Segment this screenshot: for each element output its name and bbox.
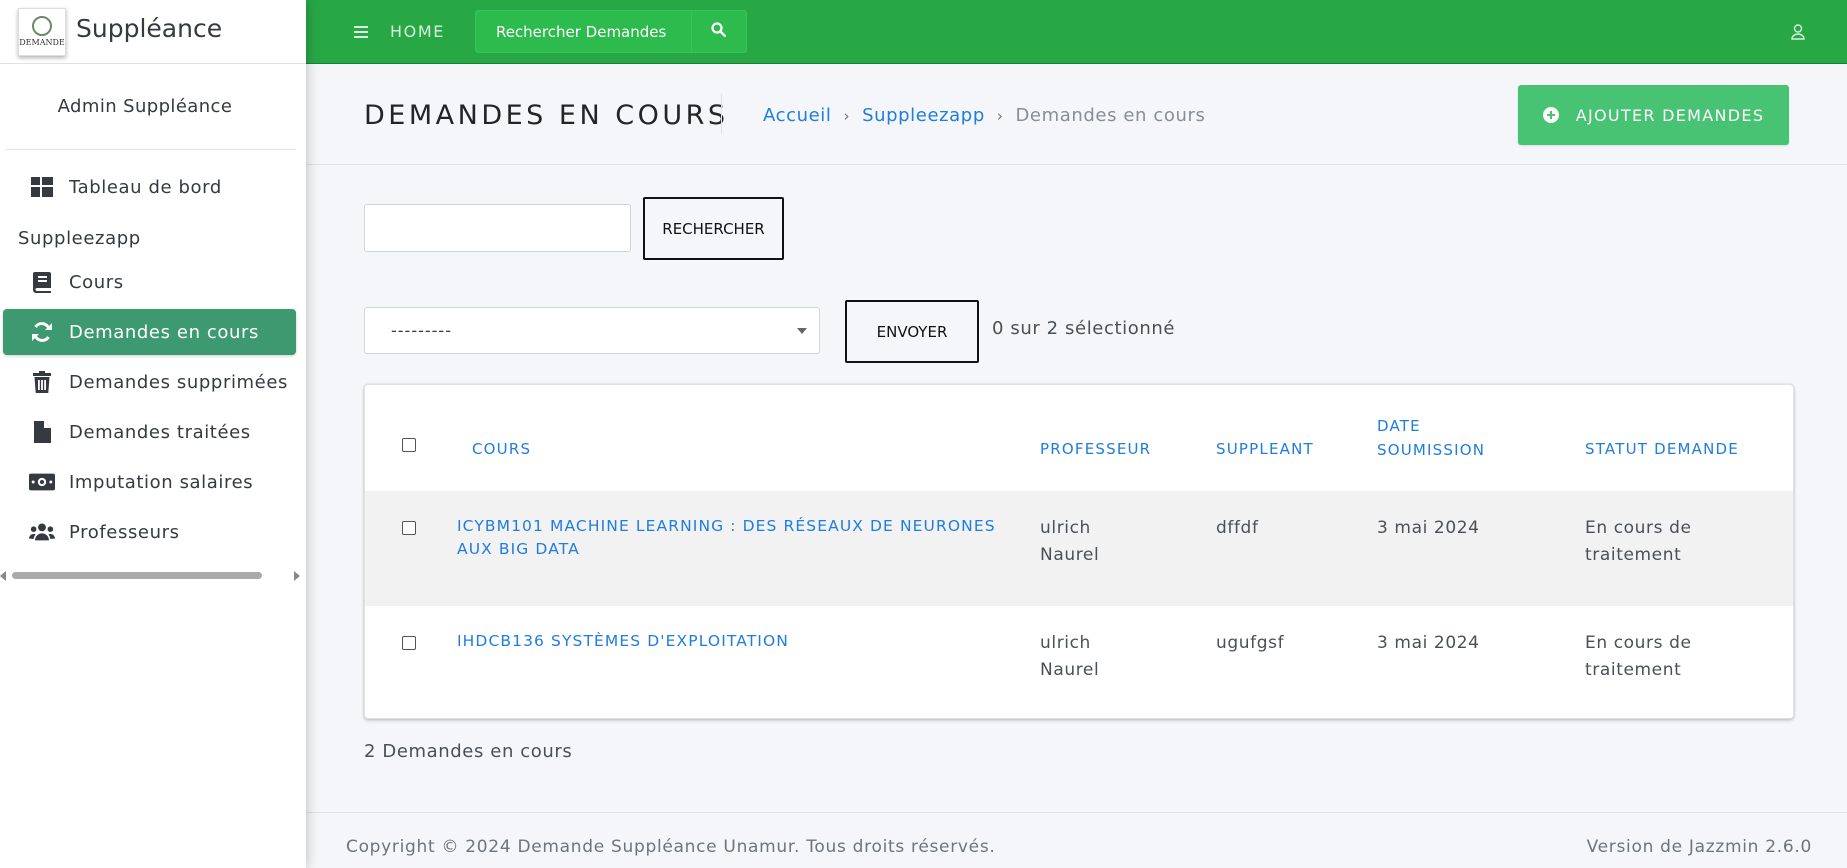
professeur-last: Naurel [1040, 660, 1100, 680]
search-input[interactable] [364, 204, 631, 252]
rechercher-button[interactable]: RECHERCHER [643, 197, 784, 260]
users-icon [29, 522, 55, 542]
breadcrumb-suppleezapp[interactable]: Suppleezapp [862, 105, 985, 126]
sidebar-item-label: Demandes supprimées [69, 371, 289, 393]
column-header-cours[interactable]: COURS [472, 437, 531, 461]
title-divider [721, 94, 722, 134]
breadcrumb-accueil[interactable]: Accueil [763, 105, 831, 126]
dashboard-icon [29, 177, 55, 197]
brand-name: Suppléance [76, 14, 223, 43]
navbar-search [474, 10, 747, 53]
action-select[interactable]: --------- [364, 307, 820, 354]
select-all-checkbox[interactable] [402, 438, 416, 452]
sidebar-item-demandes-traitees[interactable]: Demandes traitées [3, 409, 296, 455]
sidebar-item-label: Professeurs [69, 521, 180, 543]
professeur-last: Naurel [1040, 545, 1100, 565]
footer-copyright: Copyright © 2024 Demande Suppléance Unam… [346, 837, 996, 857]
scroll-right-icon[interactable] [294, 571, 300, 581]
sidebar-section-header: Suppleezapp [18, 228, 141, 249]
sidebar-item-professeurs[interactable]: Professeurs [3, 509, 296, 555]
statut-line1: En cours de [1585, 518, 1692, 538]
sidebar-scrollbar[interactable] [0, 570, 300, 582]
footer-version: Version de Jazzmin 2.6.0 [1586, 837, 1812, 857]
add-demande-label: AJOUTER DEMANDES [1575, 105, 1765, 125]
column-header-suppleant[interactable]: SUPPLEANT [1216, 437, 1314, 461]
breadcrumb-separator: › [996, 106, 1004, 125]
home-link[interactable]: HOME [390, 22, 445, 41]
breadcrumb-current: Demandes en cours [1015, 105, 1206, 126]
date-cell: 3 mai 2024 [1377, 518, 1480, 538]
suppleant-cell: dffdf [1216, 518, 1259, 538]
sidebar-item-label: Demandes traitées [69, 421, 251, 443]
navbar-search-button[interactable] [690, 10, 747, 53]
scroll-left-icon[interactable] [0, 571, 6, 581]
cours-link-line1: ICYBM101 MACHINE LEARNING : DES RÉSEAUX … [457, 517, 996, 535]
date-cell: 3 mai 2024 [1377, 633, 1480, 653]
search-icon [711, 21, 727, 42]
user-icon[interactable] [1791, 24, 1805, 45]
breadcrumb: Accueil › Suppleezapp › Demandes en cour… [763, 105, 1205, 126]
action-select-value: --------- [391, 321, 452, 340]
navbar-search-input[interactable] [474, 10, 691, 53]
suppleant-cell: ugufgsf [1216, 633, 1285, 653]
sync-icon [29, 321, 55, 343]
user-name[interactable]: Admin Suppléance [6, 64, 296, 150]
add-demande-button[interactable]: AJOUTER DEMANDES [1518, 85, 1789, 145]
sidebar-item-cours[interactable]: Cours [3, 259, 296, 305]
statut-cell: En cours de traitement [1585, 515, 1692, 569]
sidebar-item-demandes-supprimees[interactable]: Demandes supprimées [3, 359, 296, 405]
sidebar-item-label: Demandes en cours [69, 321, 260, 343]
sidebar-item-label: Imputation salaires [69, 471, 254, 493]
content-header: DEMANDES EN COURS Accueil › Suppleezapp … [306, 64, 1847, 165]
professeur-cell: ulrich Naurel [1040, 630, 1099, 684]
statut-cell: En cours de traitement [1585, 630, 1692, 684]
breadcrumb-separator: › [843, 106, 851, 125]
professeur-first: ulrich [1040, 633, 1091, 653]
cours-link[interactable]: IHDCB136 SYSTÈMES D'EXPLOITATION [457, 630, 789, 653]
row-checkbox[interactable] [402, 636, 416, 650]
cours-link-line1: IHDCB136 SYSTÈMES D'EXPLOITATION [457, 632, 789, 650]
statut-line2: traitement [1585, 660, 1682, 680]
chevron-down-icon [797, 328, 807, 334]
statut-line2: traitement [1585, 545, 1682, 565]
cours-link-line2: AUX BIG DATA [457, 540, 580, 558]
sidebar-item-label: Cours [69, 271, 124, 293]
plus-circle-icon [1542, 107, 1559, 123]
column-header-date[interactable]: DATE SOUMISSION [1377, 414, 1485, 462]
column-header-professeur[interactable]: PROFESSEUR [1040, 437, 1151, 461]
envoyer-button[interactable]: ENVOYER [845, 300, 979, 363]
column-header-statut[interactable]: STATUT DEMANDE [1585, 437, 1739, 461]
footer: Copyright © 2024 Demande Suppléance Unam… [306, 812, 1847, 868]
results-total: 2 Demandes en cours [364, 741, 573, 762]
table-row: ICYBM101 MACHINE LEARNING : DES RÉSEAUX … [365, 491, 1793, 606]
file-icon [29, 421, 55, 443]
page-title: DEMANDES EN COURS [364, 100, 729, 131]
book-icon [29, 271, 55, 293]
statut-line1: En cours de [1585, 633, 1692, 653]
professeur-cell: ulrich Naurel [1040, 515, 1099, 569]
sidebar-item-demandes-en-cours[interactable]: Demandes en cours [3, 309, 296, 355]
results-table: COURS PROFESSEUR SUPPLEANT DATE SOUMISSI… [364, 384, 1794, 719]
sidebar-item-tableau-de-bord[interactable]: Tableau de bord [3, 164, 296, 210]
table-row: IHDCB136 SYSTÈMES D'EXPLOITATION ulrich … [365, 606, 1793, 718]
trash-icon [29, 371, 55, 393]
top-navbar: HOME [306, 0, 1847, 64]
row-checkbox[interactable] [402, 521, 416, 535]
brand-logo: DEMANDE [18, 7, 66, 56]
hamburger-menu-icon[interactable] [354, 23, 368, 41]
cours-link[interactable]: ICYBM101 MACHINE LEARNING : DES RÉSEAUX … [457, 515, 996, 561]
sidebar-item-label: Tableau de bord [69, 176, 222, 198]
scrollbar-thumb[interactable] [12, 572, 262, 579]
sidebar-nav: Tableau de bord Suppleezapp Cours Demand… [0, 150, 306, 555]
sidebar: DEMANDE Suppléance Admin Suppléance Tabl… [0, 0, 306, 868]
sidebar-item-imputation-salaires[interactable]: Imputation salaires [3, 459, 296, 505]
column-header-date-line2: SOUMISSION [1377, 441, 1486, 459]
selection-counter: 0 sur 2 sélectionné [992, 318, 1176, 339]
professeur-first: ulrich [1040, 518, 1091, 538]
column-header-date-line1: DATE [1377, 417, 1421, 435]
brand[interactable]: DEMANDE Suppléance [0, 0, 306, 64]
money-icon [29, 473, 55, 491]
